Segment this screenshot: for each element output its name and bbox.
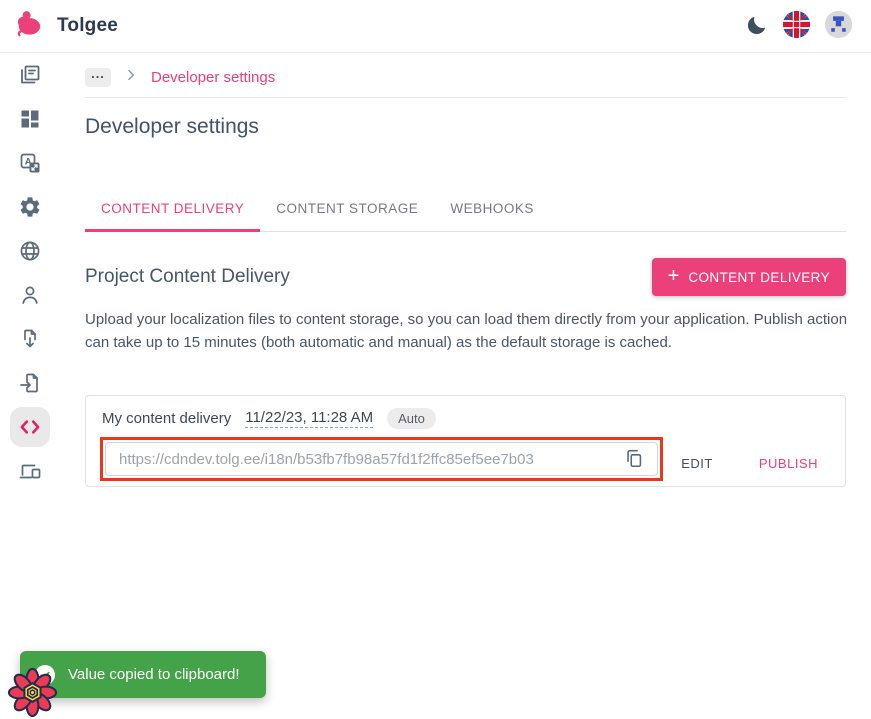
- edit-button[interactable]: EDIT: [679, 452, 715, 475]
- section-header: Project Content Delivery + CONTENT DELIV…: [85, 257, 846, 297]
- tolgee-logo-icon: [14, 7, 47, 45]
- copy-url-button[interactable]: [619, 444, 649, 474]
- cdn-url-text: https://cdndev.tolg.ee/i18n/b53fb7fb98a5…: [119, 451, 619, 468]
- dark-mode-toggle[interactable]: [745, 13, 769, 40]
- language-selector[interactable]: [782, 10, 811, 42]
- sidebar-item-projects[interactable]: [0, 53, 60, 97]
- export-icon: [10, 319, 50, 359]
- auto-badge: Auto: [387, 408, 436, 429]
- card-header: My content delivery 11/22/23, 11:28 AM A…: [102, 408, 436, 429]
- chevron-right-icon: [123, 67, 139, 88]
- moon-icon: [745, 13, 769, 40]
- sidebar-item-settings[interactable]: [0, 185, 60, 229]
- devices-icon: [10, 451, 50, 491]
- cdn-url-field[interactable]: https://cdndev.tolg.ee/i18n/b53fb7fb98a5…: [105, 442, 658, 476]
- topbar-actions: [745, 10, 853, 42]
- breadcrumb-collapsed-button[interactable]: ...: [85, 68, 111, 87]
- delivery-name: My content delivery: [102, 410, 231, 427]
- globe-icon: [10, 231, 50, 271]
- settings-gear-icon: [10, 187, 50, 227]
- main-content: ... Developer settings Developer setting…: [60, 53, 871, 719]
- sidebar-item-integrate[interactable]: [0, 449, 60, 493]
- sidebar-item-languages[interactable]: [0, 229, 60, 273]
- sidebar-item-dashboard[interactable]: [0, 97, 60, 141]
- url-field-highlight: https://cdndev.tolg.ee/i18n/b53fb7fb98a5…: [100, 437, 663, 481]
- breadcrumb-current-link[interactable]: Developer settings: [151, 69, 275, 86]
- breadcrumb: ... Developer settings: [85, 64, 275, 90]
- app-window: Tolgee: [0, 0, 871, 719]
- toast-notification: Value copied to clipboard!: [20, 651, 266, 698]
- sidebar-item-developer-settings[interactable]: [0, 405, 60, 449]
- copy-icon: [623, 447, 645, 472]
- tab-webhooks[interactable]: WEBHOOKS: [434, 187, 550, 231]
- success-check-icon: [35, 665, 55, 685]
- add-content-delivery-label: CONTENT DELIVERY: [688, 270, 830, 285]
- person-icon: [10, 275, 50, 315]
- brand[interactable]: Tolgee: [14, 7, 118, 45]
- section-description: Upload your localization files to conten…: [85, 309, 848, 355]
- uk-flag-icon: [782, 10, 811, 42]
- content-delivery-card: My content delivery 11/22/23, 11:28 AM A…: [85, 395, 846, 487]
- toast-message: Value copied to clipboard!: [68, 666, 240, 683]
- sidebar-item-export[interactable]: [0, 317, 60, 361]
- avatar: [824, 10, 853, 42]
- sidebar-item-import[interactable]: [0, 361, 60, 405]
- tab-bar: CONTENT DELIVERY CONTENT STORAGE WEBHOOK…: [85, 187, 846, 232]
- sidebar-item-translations[interactable]: A: [0, 141, 60, 185]
- projects-icon: [10, 55, 50, 95]
- top-bar: Tolgee: [0, 0, 871, 53]
- page-title: Developer settings: [85, 115, 259, 139]
- card-actions: EDIT PUBLISH: [679, 452, 820, 475]
- brand-name: Tolgee: [57, 15, 118, 37]
- tab-content-delivery[interactable]: CONTENT DELIVERY: [85, 187, 260, 231]
- publish-button[interactable]: PUBLISH: [757, 452, 820, 475]
- tab-content-storage[interactable]: CONTENT STORAGE: [260, 187, 434, 231]
- section-heading: Project Content Delivery: [85, 266, 290, 288]
- translations-icon: A: [10, 143, 50, 183]
- developer-settings-code-icon: [10, 407, 50, 447]
- plus-icon: +: [668, 266, 680, 286]
- user-menu[interactable]: [824, 10, 853, 42]
- import-icon: [10, 363, 50, 403]
- breadcrumb-divider: [85, 97, 846, 98]
- add-content-delivery-button[interactable]: + CONTENT DELIVERY: [652, 258, 846, 296]
- dashboard-icon: [10, 99, 50, 139]
- sidebar-item-members[interactable]: [0, 273, 60, 317]
- sidebar: A: [0, 53, 60, 719]
- published-timestamp[interactable]: 11/22/23, 11:28 AM: [245, 409, 373, 428]
